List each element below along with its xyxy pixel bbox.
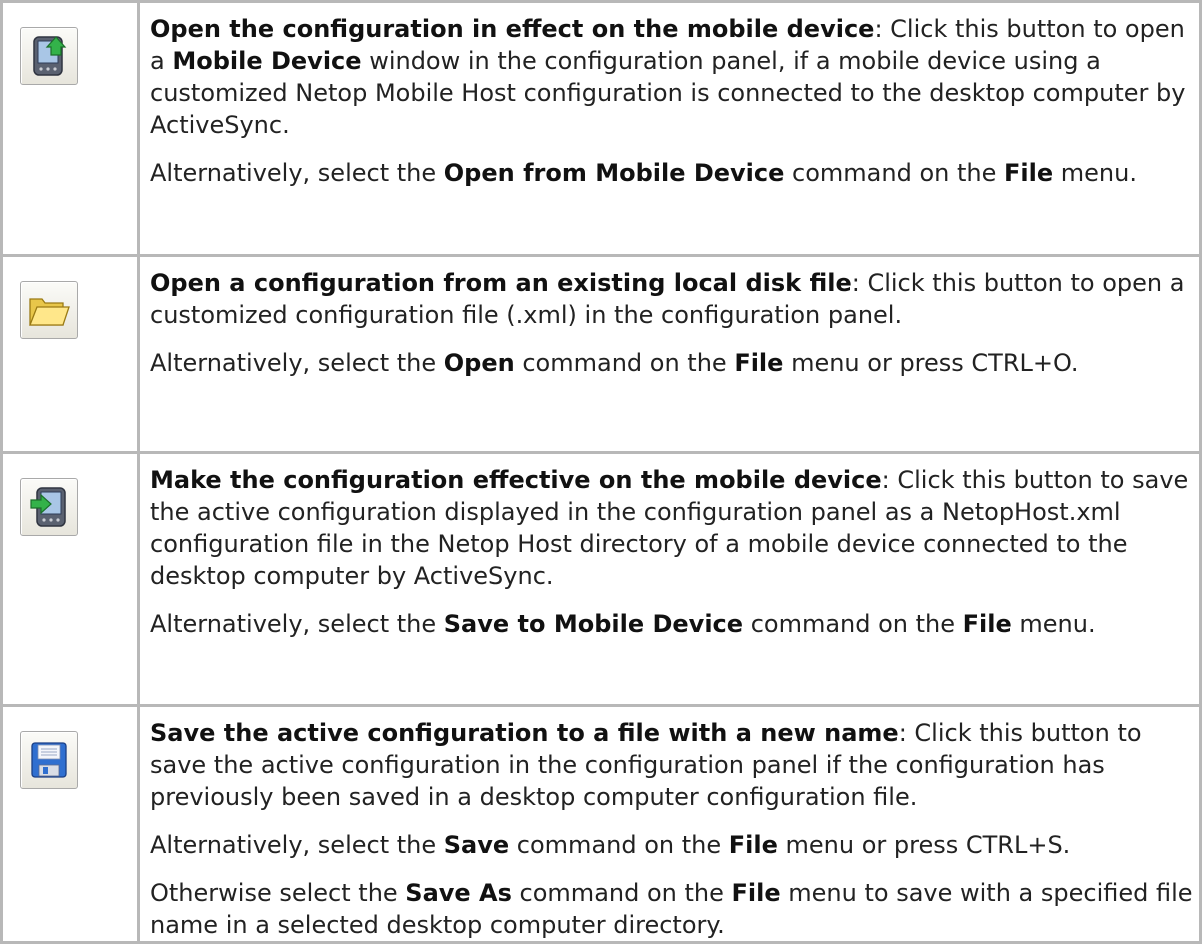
button-title: Open a configuration from an existing lo…	[150, 269, 852, 297]
description-text: command on the	[509, 831, 729, 859]
description-text: menu.	[1053, 159, 1137, 187]
description-text: command on the	[514, 349, 735, 377]
button-title: Open the configuration in effect on the …	[150, 15, 875, 43]
description-text: command on the	[784, 159, 1004, 187]
toolbar-button-reference-table: Open the configuration in effect on the …	[0, 0, 1202, 944]
menu-name: File	[734, 349, 784, 377]
command-name: Save to Mobile Device	[443, 610, 744, 638]
description-paragraph: Open the configuration in effect on the …	[150, 3, 1199, 141]
folder-open-icon	[20, 281, 78, 339]
button-title: Make the configuration effective on the …	[150, 466, 882, 494]
table-row: Make the configuration effective on the …	[0, 451, 1202, 707]
description-text: menu.	[1011, 610, 1096, 638]
description-text: command on the	[511, 879, 732, 907]
description-text: menu or press CTRL+O.	[783, 349, 1079, 377]
mobile-device-open-icon	[20, 27, 78, 85]
table-row: Save the active configuration to a file …	[0, 704, 1202, 944]
description-text: Alternatively, select the	[150, 610, 444, 638]
menu-name: File	[1004, 159, 1054, 187]
description-text: Otherwise select the	[150, 879, 406, 907]
menu-name: File	[728, 831, 778, 859]
mobile-device-save-icon	[20, 478, 78, 536]
icon-cell	[0, 254, 140, 454]
menu-name: File	[962, 610, 1012, 638]
icon-cell	[0, 0, 140, 257]
table-row: Open a configuration from an existing lo…	[0, 254, 1202, 454]
description-text: Alternatively, select the	[150, 831, 444, 859]
description-text: Alternatively, select the	[150, 159, 444, 187]
description-cell: Open a configuration from an existing lo…	[137, 254, 1202, 454]
description-paragraph: Make the configuration effective on the …	[150, 454, 1199, 592]
icon-cell	[0, 451, 140, 707]
command-name: Open	[443, 349, 515, 377]
description-paragraph: Open a configuration from an existing lo…	[150, 257, 1199, 331]
command-name: Save	[443, 831, 510, 859]
description-text: command on the	[743, 610, 963, 638]
alternative-paragraph: Alternatively, select the Open command o…	[150, 347, 1199, 379]
button-title: Save the active configuration to a file …	[150, 719, 899, 747]
description-text: menu or press CTRL+S.	[777, 831, 1071, 859]
alternative-paragraph: Alternatively, select the Save command o…	[150, 829, 1199, 861]
otherwise-paragraph: Otherwise select the Save As command on …	[150, 877, 1199, 941]
description-cell: Save the active configuration to a file …	[137, 704, 1202, 944]
menu-name: File	[731, 879, 781, 907]
description-text: Alternatively, select the	[150, 349, 444, 377]
alternative-paragraph: Alternatively, select the Open from Mobi…	[150, 157, 1199, 189]
alternative-paragraph: Alternatively, select the Save to Mobile…	[150, 608, 1199, 640]
description-cell: Make the configuration effective on the …	[137, 451, 1202, 707]
icon-cell	[0, 704, 140, 944]
floppy-disk-save-icon	[20, 731, 78, 789]
command-name: Save As	[405, 879, 512, 907]
ui-term: Mobile Device	[172, 47, 362, 75]
table-row: Open the configuration in effect on the …	[0, 0, 1202, 257]
command-name: Open from Mobile Device	[443, 159, 785, 187]
description-cell: Open the configuration in effect on the …	[137, 0, 1202, 257]
description-paragraph: Save the active configuration to a file …	[150, 707, 1199, 813]
